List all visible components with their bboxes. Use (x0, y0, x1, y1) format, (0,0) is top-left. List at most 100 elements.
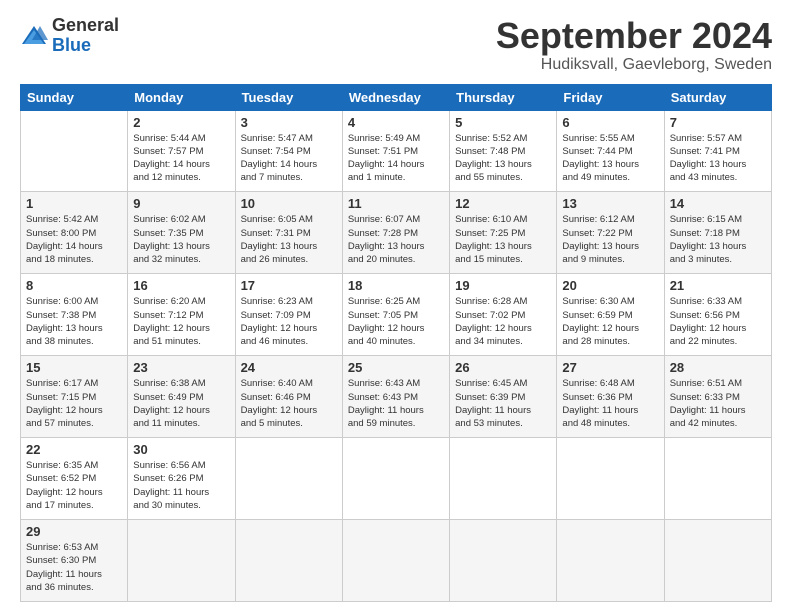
title-block: September 2024 Hudiksvall, Gaevleborg, S… (496, 16, 772, 74)
header-saturday: Saturday (664, 84, 771, 110)
header-sunday: Sunday (21, 84, 128, 110)
header-friday: Friday (557, 84, 664, 110)
day-number: 20 (562, 278, 658, 293)
day-number: 21 (670, 278, 766, 293)
day-info: Sunrise: 6:53 AM Sunset: 6:30 PM Dayligh… (26, 541, 122, 594)
day-number: 18 (348, 278, 444, 293)
day-number: 15 (26, 360, 122, 375)
day-info: Sunrise: 5:55 AM Sunset: 7:44 PM Dayligh… (562, 132, 658, 185)
day-info: Sunrise: 6:33 AM Sunset: 6:56 PM Dayligh… (670, 295, 766, 348)
day-cell (128, 520, 235, 602)
day-cell (21, 110, 128, 192)
day-number: 9 (133, 196, 229, 211)
page: General Blue September 2024 Hudiksvall, … (0, 0, 792, 612)
calendar-table: SundayMondayTuesdayWednesdayThursdayFrid… (20, 84, 772, 602)
header-row: SundayMondayTuesdayWednesdayThursdayFrid… (21, 84, 772, 110)
day-cell: 18 Sunrise: 6:25 AM Sunset: 7:05 PM Dayli… (342, 274, 449, 356)
week-row-6: 29Sunrise: 6:53 AM Sunset: 6:30 PM Dayli… (21, 520, 772, 602)
day-info: Sunrise: 6:17 AM Sunset: 7:15 PM Dayligh… (26, 377, 122, 430)
day-cell: 28 Sunrise: 6:51 AM Sunset: 6:33 PM Dayli… (664, 356, 771, 438)
logo-icon (20, 22, 48, 50)
day-number: 4 (348, 115, 444, 130)
day-info: Sunrise: 6:25 AM Sunset: 7:05 PM Dayligh… (348, 295, 444, 348)
day-info: Sunrise: 6:45 AM Sunset: 6:39 PM Dayligh… (455, 377, 551, 430)
day-info: Sunrise: 6:30 AM Sunset: 6:59 PM Dayligh… (562, 295, 658, 348)
week-row-2: 1Sunrise: 5:42 AM Sunset: 8:00 PM Daylig… (21, 192, 772, 274)
day-number: 13 (562, 196, 658, 211)
day-number: 19 (455, 278, 551, 293)
day-info: Sunrise: 6:07 AM Sunset: 7:28 PM Dayligh… (348, 213, 444, 266)
day-info: Sunrise: 6:28 AM Sunset: 7:02 PM Dayligh… (455, 295, 551, 348)
day-info: Sunrise: 5:47 AM Sunset: 7:54 PM Dayligh… (241, 132, 337, 185)
day-cell: 4 Sunrise: 5:49 AM Sunset: 7:51 PM Daylig… (342, 110, 449, 192)
day-info: Sunrise: 6:10 AM Sunset: 7:25 PM Dayligh… (455, 213, 551, 266)
day-info: Sunrise: 6:20 AM Sunset: 7:12 PM Dayligh… (133, 295, 229, 348)
day-cell: 2Sunrise: 5:44 AM Sunset: 7:57 PM Daylig… (128, 110, 235, 192)
day-number: 11 (348, 196, 444, 211)
day-cell: 13 Sunrise: 6:12 AM Sunset: 7:22 PM Dayli… (557, 192, 664, 274)
day-info: Sunrise: 6:02 AM Sunset: 7:35 PM Dayligh… (133, 213, 229, 266)
day-number: 12 (455, 196, 551, 211)
day-info: Sunrise: 5:44 AM Sunset: 7:57 PM Dayligh… (133, 132, 229, 185)
header-thursday: Thursday (450, 84, 557, 110)
day-cell (664, 520, 771, 602)
day-cell: 14Sunrise: 6:15 AM Sunset: 7:18 PM Dayli… (664, 192, 771, 274)
day-info: Sunrise: 5:49 AM Sunset: 7:51 PM Dayligh… (348, 132, 444, 185)
day-cell: 26Sunrise: 6:45 AM Sunset: 6:39 PM Dayli… (450, 356, 557, 438)
day-cell: 3 Sunrise: 5:47 AM Sunset: 7:54 PM Daylig… (235, 110, 342, 192)
day-cell: 5Sunrise: 5:52 AM Sunset: 7:48 PM Daylig… (450, 110, 557, 192)
day-info: Sunrise: 6:12 AM Sunset: 7:22 PM Dayligh… (562, 213, 658, 266)
day-cell (235, 438, 342, 520)
day-number: 17 (241, 278, 337, 293)
day-cell (557, 438, 664, 520)
day-cell: 30 Sunrise: 6:56 AM Sunset: 6:26 PM Dayli… (128, 438, 235, 520)
day-info: Sunrise: 6:00 AM Sunset: 7:38 PM Dayligh… (26, 295, 122, 348)
day-cell: 10Sunrise: 6:05 AM Sunset: 7:31 PM Dayli… (235, 192, 342, 274)
day-cell: 22 Sunrise: 6:35 AM Sunset: 6:52 PM Dayli… (21, 438, 128, 520)
day-number: 5 (455, 115, 551, 130)
day-cell: 24 Sunrise: 6:40 AM Sunset: 6:46 PM Dayli… (235, 356, 342, 438)
day-cell: 6 Sunrise: 5:55 AM Sunset: 7:44 PM Daylig… (557, 110, 664, 192)
day-cell: 25 Sunrise: 6:43 AM Sunset: 6:43 PM Dayli… (342, 356, 449, 438)
week-row-5: 22 Sunrise: 6:35 AM Sunset: 6:52 PM Dayli… (21, 438, 772, 520)
day-number: 8 (26, 278, 122, 293)
day-info: Sunrise: 6:51 AM Sunset: 6:33 PM Dayligh… (670, 377, 766, 430)
day-cell (235, 520, 342, 602)
day-cell: 15 Sunrise: 6:17 AM Sunset: 7:15 PM Dayli… (21, 356, 128, 438)
day-info: Sunrise: 6:05 AM Sunset: 7:31 PM Dayligh… (241, 213, 337, 266)
day-info: Sunrise: 6:40 AM Sunset: 6:46 PM Dayligh… (241, 377, 337, 430)
header-wednesday: Wednesday (342, 84, 449, 110)
day-info: Sunrise: 5:57 AM Sunset: 7:41 PM Dayligh… (670, 132, 766, 185)
day-number: 27 (562, 360, 658, 375)
day-cell: 1Sunrise: 5:42 AM Sunset: 8:00 PM Daylig… (21, 192, 128, 274)
day-info: Sunrise: 6:48 AM Sunset: 6:36 PM Dayligh… (562, 377, 658, 430)
day-number: 30 (133, 442, 229, 457)
week-row-4: 15 Sunrise: 6:17 AM Sunset: 7:15 PM Dayli… (21, 356, 772, 438)
week-row-1: 2Sunrise: 5:44 AM Sunset: 7:57 PM Daylig… (21, 110, 772, 192)
day-number: 22 (26, 442, 122, 457)
day-info: Sunrise: 6:35 AM Sunset: 6:52 PM Dayligh… (26, 459, 122, 512)
header: General Blue September 2024 Hudiksvall, … (20, 16, 772, 74)
day-number: 28 (670, 360, 766, 375)
day-cell: 11 Sunrise: 6:07 AM Sunset: 7:28 PM Dayli… (342, 192, 449, 274)
logo-blue: Blue (52, 36, 119, 56)
month-title: September 2024 (496, 16, 772, 56)
day-info: Sunrise: 6:56 AM Sunset: 6:26 PM Dayligh… (133, 459, 229, 512)
day-cell (342, 438, 449, 520)
day-cell: 16Sunrise: 6:20 AM Sunset: 7:12 PM Dayli… (128, 274, 235, 356)
day-info: Sunrise: 6:43 AM Sunset: 6:43 PM Dayligh… (348, 377, 444, 430)
header-tuesday: Tuesday (235, 84, 342, 110)
day-cell: 8 Sunrise: 6:00 AM Sunset: 7:38 PM Daylig… (21, 274, 128, 356)
day-number: 3 (241, 115, 337, 130)
location: Hudiksvall, Gaevleborg, Sweden (496, 56, 772, 74)
day-cell: 29Sunrise: 6:53 AM Sunset: 6:30 PM Dayli… (21, 520, 128, 602)
day-number: 6 (562, 115, 658, 130)
day-number: 25 (348, 360, 444, 375)
day-cell (664, 438, 771, 520)
logo-general: General (52, 16, 119, 36)
day-info: Sunrise: 6:15 AM Sunset: 7:18 PM Dayligh… (670, 213, 766, 266)
day-number: 24 (241, 360, 337, 375)
day-cell: 20 Sunrise: 6:30 AM Sunset: 6:59 PM Dayli… (557, 274, 664, 356)
day-cell: 9 Sunrise: 6:02 AM Sunset: 7:35 PM Daylig… (128, 192, 235, 274)
day-cell (450, 520, 557, 602)
